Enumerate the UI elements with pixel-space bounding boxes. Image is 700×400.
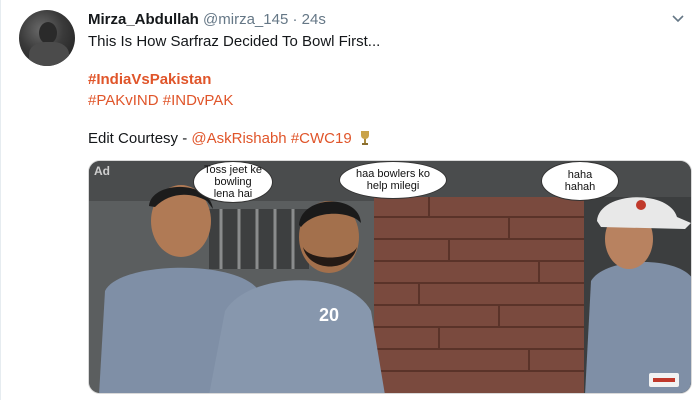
hashtags-secondary[interactable]: #PAKvIND #INDvPAK — [88, 92, 233, 109]
tweet-header: Mirza_Abdullah @mirza_145 · 24s — [88, 11, 326, 28]
tweet: Mirza_Abdullah @mirza_145 · 24s This Is … — [0, 0, 700, 400]
speech-bubble-1: Toss jeet ke bowling lena hai — [193, 161, 273, 203]
courtesy-line: Edit Courtesy - @AskRishabh #CWC19 — [88, 130, 371, 147]
speech-bubble-3: haha hahah — [541, 161, 619, 201]
watermark-logo — [649, 373, 679, 387]
tweet-text-line1: This Is How Sarfraz Decided To Bowl Firs… — [88, 33, 381, 50]
courtesy-mention[interactable]: @AskRishabh — [191, 130, 286, 147]
tweet-media-image[interactable]: 20 Ad Toss jeet ke bowling lena hai haa … — [88, 160, 692, 394]
avatar-head — [39, 22, 57, 44]
hashtag-india-vs-pakistan[interactable]: #IndiaVsPakistan — [88, 71, 211, 88]
author-name[interactable]: Mirza_Abdullah — [88, 11, 199, 28]
avatar-body — [29, 42, 69, 66]
trophy-icon — [360, 131, 369, 145]
tweet-time[interactable]: 24s — [302, 11, 326, 28]
chevron-down-icon[interactable] — [671, 11, 685, 25]
courtesy-hashtag[interactable]: #CWC19 — [287, 130, 352, 147]
separator-dot: · — [292, 11, 298, 28]
avatar[interactable] — [19, 10, 75, 66]
jersey-number: 20 — [319, 305, 339, 325]
hashtags-secondary-line: #PAKvIND #INDvPAK — [88, 92, 233, 109]
speech-bubble-2: haa bowlers ko help milegi — [339, 161, 447, 199]
author-handle[interactable]: @mirza_145 — [203, 11, 288, 28]
hashtag-main[interactable]: #IndiaVsPakistan — [88, 71, 211, 88]
courtesy-prefix: Edit Courtesy - — [88, 130, 192, 147]
ad-label: Ad — [94, 164, 110, 178]
